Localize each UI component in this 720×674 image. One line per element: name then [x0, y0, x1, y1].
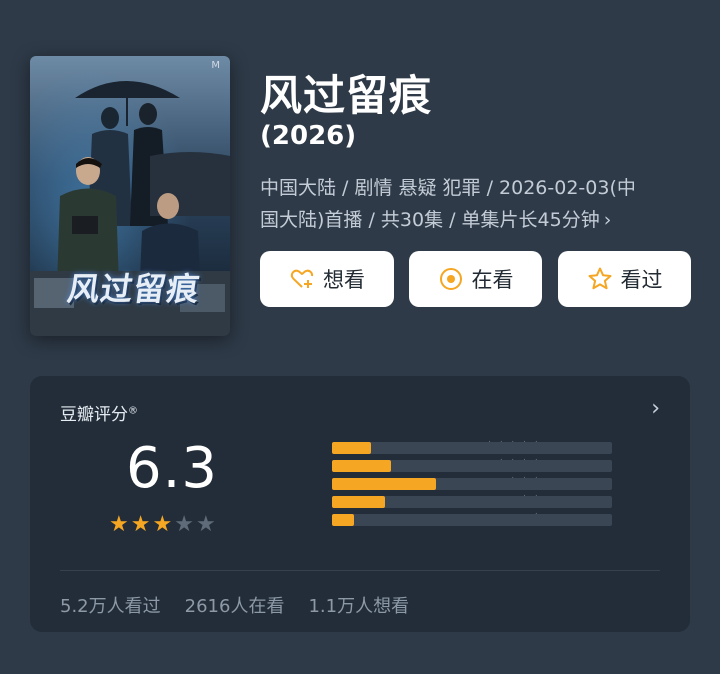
audience-counts: 5.2万人看过 2616人在看 1.1万人想看 — [60, 592, 409, 618]
rating-heading-text: 豆瓣评分 — [60, 405, 128, 425]
watched-count[interactable]: 5.2万人看过 — [60, 592, 161, 618]
filled-star-icon: ★ — [109, 512, 129, 537]
want-to-watch-button[interactable]: 想看 — [260, 251, 394, 307]
heart-plus-icon — [290, 269, 314, 288]
distribution-row-4-star: ★★★★ — [252, 458, 720, 472]
distribution-bar-track — [332, 460, 612, 472]
target-circle-icon — [439, 268, 462, 290]
empty-star-icon: ★ — [195, 512, 216, 537]
meta-line-2-text: 国大陆)首播 / 共30集 / 单集片长45分钟 — [260, 209, 600, 231]
watched-button[interactable]: 看过 — [558, 251, 691, 307]
release-year: (2026) — [260, 121, 357, 151]
distribution-bar-fill — [332, 478, 436, 490]
rating-stars: ★ ★ ★ ★ ★ — [109, 514, 216, 536]
distribution-row-5-star: ★★★★★ — [252, 440, 720, 454]
distribution-bar-track — [332, 514, 612, 526]
filled-star-icon: ★ — [130, 512, 151, 537]
poster-corner-mark: M — [211, 60, 220, 71]
distribution-row-1-star: ★ — [252, 512, 720, 526]
rating-score: 6.3 — [126, 436, 219, 501]
rating-heading: 豆瓣评分® — [60, 400, 138, 425]
meta-info[interactable]: 中国大陆 / 剧情 悬疑 犯罪 / 2026-02-03(中 国大陆)首播 / … — [260, 172, 700, 236]
poster-title-art: 风过留痕 — [65, 270, 203, 308]
want-to-watch-label: 想看 — [323, 268, 365, 292]
distribution-bar-track — [332, 442, 612, 454]
distribution-bar-fill — [332, 496, 386, 508]
meta-line-1: 中国大陆 / 剧情 悬疑 犯罪 / 2026-02-03(中 — [260, 177, 636, 199]
distribution-bar-fill — [332, 460, 391, 472]
distribution-bar-fill — [332, 442, 372, 454]
distribution-bar-track — [332, 478, 612, 490]
empty-star-icon: ★ — [174, 512, 194, 537]
watching-label: 在看 — [471, 268, 514, 292]
divider — [60, 570, 660, 571]
meta-line-2: 国大陆)首播 / 共30集 / 单集片长45分钟 › — [260, 204, 700, 236]
want-count[interactable]: 1.1万人想看 — [308, 592, 409, 618]
poster-image[interactable]: M 风过留痕 — [30, 56, 230, 336]
watching-button[interactable]: 在看 — [409, 251, 542, 307]
rating-card[interactable]: 豆瓣评分® › 6.3 ★★★★★ ★★★★★★★★★★★★★★★ 5.2万人看… — [30, 376, 690, 632]
star-outline-icon — [588, 267, 611, 290]
watching-count[interactable]: 2616人在看 — [185, 592, 285, 618]
filled-star-icon: ★ — [152, 512, 173, 537]
distribution-bar-fill — [332, 514, 355, 526]
page-title: 风过留痕 — [260, 71, 433, 120]
distribution-bar-track — [332, 496, 612, 508]
chevron-right-icon[interactable]: › — [604, 209, 612, 231]
watched-label: 看过 — [620, 268, 663, 292]
distribution-row-3-star: ★★★ — [252, 476, 720, 490]
registered-mark: ® — [128, 405, 138, 417]
chevron-right-icon[interactable]: › — [651, 396, 660, 421]
distribution-row-2-star: ★★ — [252, 494, 720, 508]
